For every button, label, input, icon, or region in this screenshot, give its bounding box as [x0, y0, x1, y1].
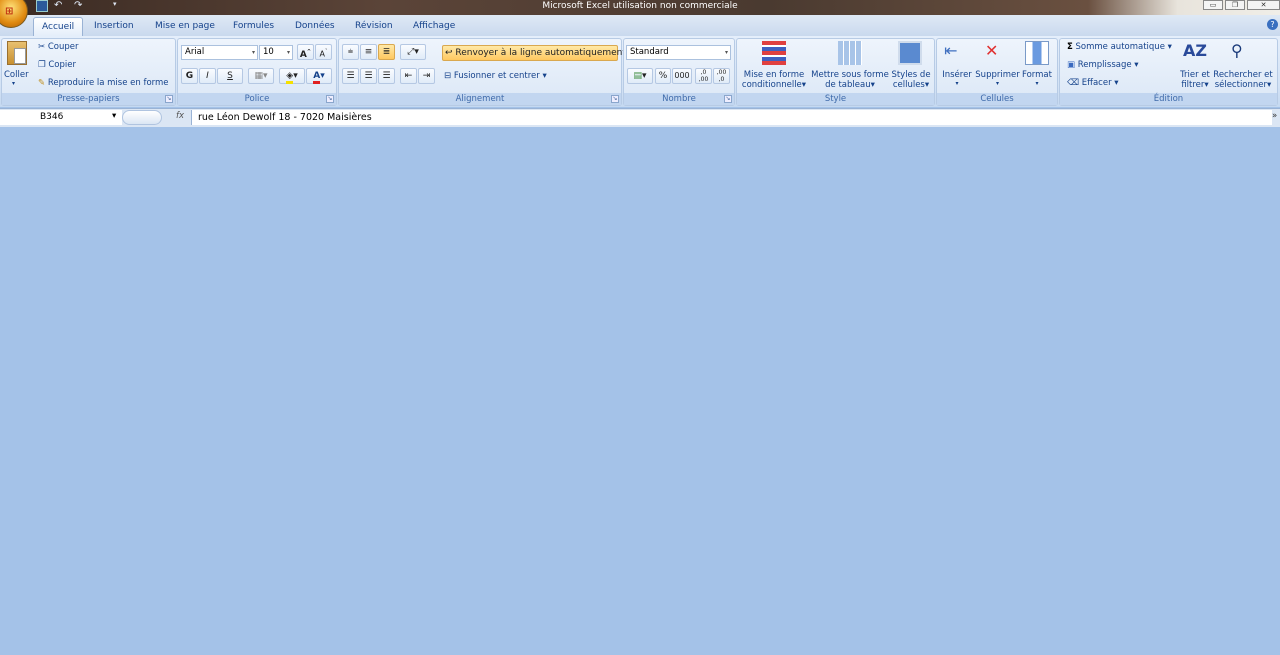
scissors-icon: ✂: [38, 42, 46, 52]
dialog-launcher-icon[interactable]: ↘: [611, 95, 619, 103]
restore-button[interactable]: ❐: [1225, 0, 1245, 10]
paste-icon[interactable]: [7, 41, 27, 65]
group-label: Alignement: [339, 93, 621, 105]
font-name-select[interactable]: Arial ▾: [181, 45, 258, 60]
cell-styles-icon: [898, 41, 922, 65]
underline-button[interactable]: S: [217, 68, 243, 84]
formula-input[interactable]: rue Léon Dewolf 18 - 7020 Maisières: [191, 110, 1272, 125]
sort-filter-icon: AZ: [1183, 41, 1207, 60]
office-logo-icon: ⊞: [5, 6, 14, 17]
align-top-button[interactable]: ⩧: [342, 44, 359, 60]
clear-button[interactable]: ⌫ Effacer ▾: [1067, 78, 1119, 88]
increase-indent-button[interactable]: ⇥: [418, 68, 435, 84]
delete-cells-icon: ✕: [985, 41, 999, 60]
font-color-button[interactable]: A▾: [306, 68, 332, 84]
dialog-launcher-icon[interactable]: ↘: [165, 95, 173, 103]
align-middle-button[interactable]: ≡: [360, 44, 377, 60]
copy-button[interactable]: ❐ Copier: [38, 60, 76, 70]
borders-icon: ▦: [254, 71, 263, 81]
sort-filter-button[interactable]: Trier et filtrer▾: [1178, 70, 1212, 90]
wrap-text-button[interactable]: ↩ Renvoyer à la ligne automatiquement: [442, 45, 626, 61]
conditional-formatting-icon: [762, 41, 786, 65]
group-label: Cellules: [937, 93, 1057, 105]
paste-button[interactable]: Coller: [4, 70, 29, 80]
cell-styles-button[interactable]: Styles de cellules▾: [890, 70, 932, 90]
number-format-select[interactable]: Standard ▾: [626, 45, 731, 60]
insert-button[interactable]: Insérer ▾: [941, 70, 973, 87]
bold-button[interactable]: G: [181, 68, 198, 84]
group-label: Édition: [1060, 93, 1277, 105]
paint-bucket-icon: ◈: [286, 71, 294, 84]
formula-bar-divider-handle[interactable]: [122, 110, 162, 125]
copy-icon: ❐: [38, 60, 46, 70]
merge-icon: ⊟: [444, 71, 452, 81]
increase-decimal-button[interactable]: ,0 ,00: [695, 68, 712, 84]
format-as-table-button[interactable]: Mettre sous forme de tableau▾: [810, 70, 890, 90]
currency-button[interactable]: ▤▾: [627, 68, 653, 84]
decrease-decimal-button[interactable]: ,00 ,0: [713, 68, 730, 84]
group-label: Presse-papiers: [2, 93, 175, 105]
save-icon[interactable]: [36, 0, 48, 12]
font-size-select[interactable]: 10 ▾: [259, 45, 293, 60]
autosum-button[interactable]: Σ Somme automatique ▾: [1067, 42, 1172, 52]
tab-formules[interactable]: Formules: [225, 17, 282, 36]
align-center-button[interactable]: ☰: [360, 68, 377, 84]
name-box-dropdown-icon[interactable]: ▾: [112, 111, 116, 121]
thousands-button[interactable]: 000: [672, 68, 692, 84]
customize-qat-icon[interactable]: ▾: [113, 0, 125, 12]
tab-accueil[interactable]: Accueil: [33, 17, 84, 36]
shrink-font-button[interactable]: Aˇ: [315, 44, 332, 60]
paintbrush-icon: ✎: [38, 78, 46, 88]
currency-icon: ▤: [633, 71, 642, 81]
align-left-button[interactable]: ☰: [342, 68, 359, 84]
tab-insertion[interactable]: Insertion: [86, 17, 142, 36]
binoculars-icon: ⚲: [1231, 41, 1243, 60]
sigma-icon: Σ: [1067, 42, 1073, 52]
wrap-text-icon: ↩: [445, 48, 453, 58]
tab-donnees[interactable]: Données: [287, 17, 343, 36]
expand-formula-bar-icon[interactable]: »: [1272, 111, 1277, 121]
merge-center-button[interactable]: ⊟ Fusionner et centrer ▾: [444, 71, 547, 81]
cut-button[interactable]: ✂ Couper: [38, 42, 78, 52]
close-button[interactable]: ✕: [1247, 0, 1280, 10]
dialog-launcher-icon[interactable]: ↘: [724, 95, 732, 103]
group-label: Nombre: [624, 93, 734, 105]
fill-down-icon: ▣: [1067, 60, 1076, 70]
insert-cells-icon: ⇤: [944, 41, 958, 60]
help-icon[interactable]: ?: [1267, 19, 1278, 30]
conditional-formatting-button[interactable]: Mise en forme conditionnelle▾: [740, 70, 808, 90]
delete-button[interactable]: Supprimer ▾: [975, 70, 1020, 87]
decrease-indent-button[interactable]: ⇤: [400, 68, 417, 84]
tab-affichage[interactable]: Affichage: [405, 17, 463, 36]
format-as-table-icon: [838, 41, 862, 65]
find-select-button[interactable]: Rechercher et sélectionner▾: [1212, 70, 1274, 90]
align-right-button[interactable]: ☰: [378, 68, 395, 84]
name-box[interactable]: B346: [0, 110, 122, 125]
orientation-button[interactable]: ⤢▾: [400, 44, 426, 60]
format-painter-button[interactable]: ✎ Reproduire la mise en forme: [38, 78, 169, 88]
insert-function-icon[interactable]: fx: [176, 111, 184, 121]
undo-icon[interactable]: ↶: [54, 0, 66, 12]
format-button[interactable]: Format ▾: [1021, 70, 1053, 87]
fill-color-button[interactable]: ◈▾: [279, 68, 305, 84]
italic-button[interactable]: I: [199, 68, 216, 84]
paste-dropdown-icon[interactable]: ▾: [12, 80, 15, 87]
tab-revision[interactable]: Révision: [347, 17, 401, 36]
workspace-area: [0, 127, 1280, 655]
tab-mise-en-page[interactable]: Mise en page: [147, 17, 223, 36]
redo-icon[interactable]: ↷: [74, 0, 86, 12]
format-cells-icon: [1025, 41, 1049, 65]
minimize-button[interactable]: ▭: [1203, 0, 1223, 10]
dialog-launcher-icon[interactable]: ↘: [326, 95, 334, 103]
grow-font-button[interactable]: A^: [297, 44, 314, 60]
font-color-icon: A: [313, 71, 321, 84]
group-label: Style: [737, 93, 934, 105]
window-title: Microsoft Excel utilisation non commerci…: [542, 1, 738, 11]
borders-button[interactable]: ▦▾: [248, 68, 274, 84]
group-label: Police: [178, 93, 336, 105]
eraser-icon: ⌫: [1067, 78, 1080, 88]
percent-button[interactable]: %: [655, 68, 671, 84]
fill-button[interactable]: ▣ Remplissage ▾: [1067, 60, 1139, 70]
align-bottom-button[interactable]: ≣: [378, 44, 395, 60]
